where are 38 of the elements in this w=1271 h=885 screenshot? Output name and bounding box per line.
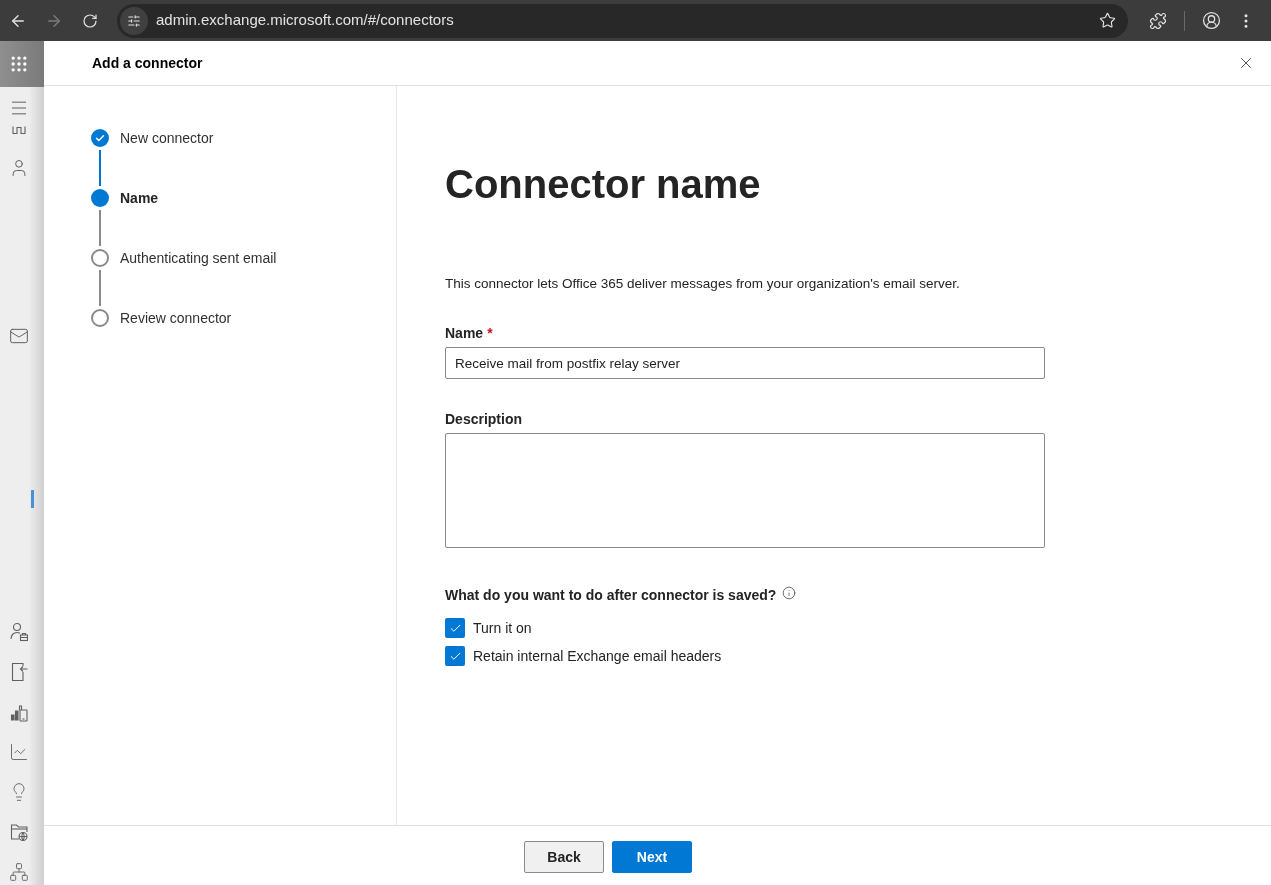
- mail-icon[interactable]: [9, 326, 29, 346]
- checkbox[interactable]: [445, 618, 465, 638]
- bracket-icon[interactable]: [12, 126, 26, 134]
- scroll-thumb: [31, 490, 34, 508]
- field-label: Description: [445, 409, 522, 429]
- person-briefcase-icon[interactable]: [10, 622, 28, 642]
- name-input[interactable]: Receive mail from postfix relay server: [445, 347, 1045, 379]
- reload-icon: [82, 12, 98, 29]
- app-grid-icon: [9, 54, 29, 74]
- step-label[interactable]: Review connector: [120, 307, 232, 329]
- extensions-icon[interactable]: [1149, 11, 1167, 30]
- network-icon[interactable]: [9, 862, 29, 882]
- checkbox-label[interactable]: Turn it on: [473, 617, 532, 639]
- step-label[interactable]: New connector: [120, 127, 214, 149]
- intro-text: This connector lets Office 365 deliver messages from your organization's email server.: [445, 275, 960, 293]
- description-textarea[interactable]: [445, 433, 1045, 548]
- app-launcher-tile[interactable]: [0, 41, 44, 87]
- back-button[interactable]: Back: [524, 841, 604, 873]
- site-settings-icon[interactable]: [120, 6, 148, 35]
- question-label: What do you want to do after connector is saved?: [445, 585, 777, 605]
- checkbox[interactable]: [445, 646, 465, 666]
- info-icon[interactable]: [782, 586, 797, 600]
- page-heading: Connector name: [445, 161, 761, 208]
- profile-icon[interactable]: [1202, 11, 1221, 30]
- step-label[interactable]: Name: [120, 187, 159, 209]
- address-bar[interactable]: admin.exchange.microsoft.com/#/connectors: [117, 3, 1128, 38]
- next-button[interactable]: Next: [612, 841, 692, 873]
- required-mark: *: [487, 323, 493, 343]
- panel-title: Add a connector: [92, 53, 203, 73]
- step-label[interactable]: Authenticating sent email: [120, 247, 277, 269]
- checkbox-label[interactable]: Retain internal Exchange email headers: [473, 645, 722, 667]
- url-text: admin.exchange.microsoft.com/#/connectors: [156, 10, 454, 31]
- field-label: Name: [445, 323, 484, 343]
- bookmark-star-icon[interactable]: [1099, 12, 1116, 29]
- door-arrow-icon[interactable]: [10, 662, 28, 682]
- folder-globe-icon[interactable]: [10, 822, 28, 842]
- bar-chart-phone-icon[interactable]: [10, 702, 28, 722]
- line-chart-icon[interactable]: [9, 742, 29, 762]
